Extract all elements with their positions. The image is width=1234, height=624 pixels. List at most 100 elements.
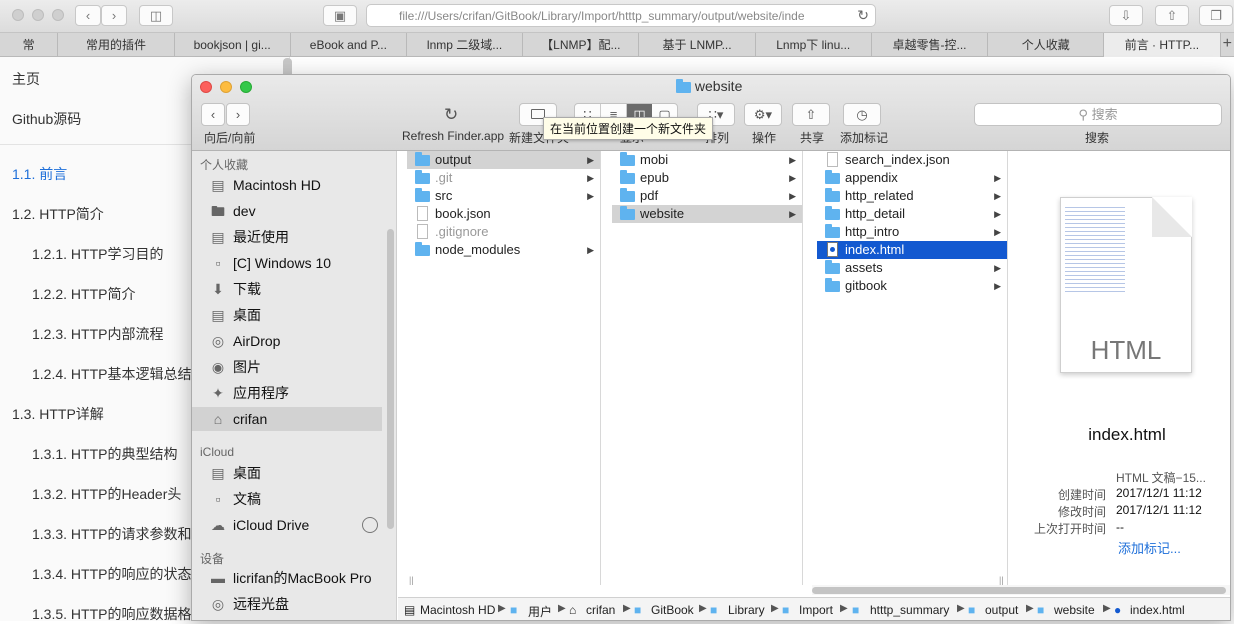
file-row[interactable]: pdf ▶ [612,187,802,205]
nav-item-section[interactable]: 1.2.3. HTTP内部流程 [32,324,163,344]
column-resize-handle[interactable]: || [409,575,415,585]
column-resize-handle[interactable]: || [999,575,1005,585]
path-segment[interactable]: index.html [1130,603,1185,617]
nav-item-home[interactable]: 主页 [12,69,40,89]
sidebar-item-airdrop[interactable]: ◎ AirDrop [192,329,382,353]
zoom-window-button[interactable] [52,9,64,21]
file-row[interactable]: book.json [407,205,600,223]
nav-item-section[interactable]: 1.3.4. HTTP的响应的状态 [32,564,191,584]
forward-icon[interactable]: › [101,5,127,26]
reader-icon[interactable]: ▣ [323,5,357,26]
action-button[interactable]: ⚙▾ [744,103,782,126]
minimize-button[interactable] [220,81,232,93]
browser-tab-active[interactable]: 前言 · HTTP... [1104,33,1221,57]
path-segment[interactable]: GitBook [651,603,694,617]
path-segment[interactable]: website [1054,603,1095,617]
browser-tab[interactable]: 常用的插件 [58,33,175,57]
sidebar-item-icloud-drive[interactable]: ☁ iCloud Drive [192,513,382,537]
file-row[interactable]: website ▶ [612,205,802,223]
nav-item-section[interactable]: 1.2.4. HTTP基本逻辑总结 [32,364,191,384]
path-segment[interactable]: 用户 [528,603,552,620]
path-segment[interactable]: Macintosh HD [420,603,495,617]
browser-tab[interactable]: eBook and P... [291,33,407,57]
file-row[interactable]: http_intro ▶ [817,223,1007,241]
sidebar-item-recents[interactable]: ▤ 最近使用 [192,225,382,249]
sidebar-item-dev[interactable]: 🖿 dev [192,199,382,223]
file-row[interactable]: http_related ▶ [817,187,1007,205]
add-tag-button[interactable]: ◷ [843,103,881,126]
nav-item-section[interactable]: 1.2.1. HTTP学习目的 [32,244,163,264]
file-row[interactable]: assets ▶ [817,259,1007,277]
sidebar-item-icloud-documents[interactable]: ▫ 文稿 [192,487,382,511]
sidebar-item-label: 文稿 [233,491,261,507]
sidebar-item-macbook[interactable]: ▬ licrifan的MacBook Pro [192,566,382,590]
sidebar-scrollbar[interactable] [387,229,394,529]
nav-item-section[interactable]: 1.3.2. HTTP的Header头 [32,484,181,504]
sidebar-icon[interactable]: ◫ [139,5,173,26]
nav-item-section[interactable]: 1.3.1. HTTP的典型结构 [32,444,177,464]
path-segment[interactable]: output [985,603,1018,617]
minimize-window-button[interactable] [32,9,44,21]
add-tags-link[interactable]: 添加标记... [1118,538,1181,557]
sidebar-item-applications[interactable]: ✦ 应用程序 [192,381,382,405]
zoom-button[interactable] [240,81,252,93]
sidebar-item-pictures[interactable]: ◉ 图片 [192,355,382,379]
file-row[interactable]: http_detail ▶ [817,205,1007,223]
file-row[interactable]: src ▶ [407,187,600,205]
download-icon[interactable]: ⇩ [1109,5,1143,26]
browser-tab[interactable]: 基于 LNMP... [639,33,756,57]
close-button[interactable] [200,81,212,93]
path-segment[interactable]: htttp_summary [870,603,949,617]
browser-tab[interactable]: lnmp 二级域... [407,33,524,57]
browser-tab[interactable]: 个人收藏 [988,33,1105,57]
file-row[interactable]: mobi ▶ [612,151,802,169]
sidebar-item-home[interactable]: ⌂ crifan [192,407,382,431]
path-segment[interactable]: Library [728,603,765,617]
file-row[interactable]: output ▶ [407,151,600,169]
reload-icon[interactable]: ↻ [857,7,869,24]
nav-item-section[interactable]: 1.2.2. HTTP简介 [32,284,135,304]
nav-item-chapter[interactable]: 1.1. 前言 [12,164,67,184]
search-field[interactable]: ⚲ 搜索 [974,103,1222,126]
file-row[interactable]: appendix ▶ [817,169,1007,187]
file-row-selected[interactable]: index.html [817,241,1007,259]
preview-filename: index.html [1088,425,1166,444]
sidebar-item-desktop[interactable]: ▤ 桌面 [192,303,382,327]
sidebar-item-remote-disc[interactable]: ◎ 远程光盘 [192,592,382,616]
file-row[interactable]: node_modules ▶ [407,241,600,259]
sidebar-item-macintosh-hd[interactable]: ▤ Macintosh HD [192,173,382,197]
nav-item-section[interactable]: 1.3.5. HTTP的响应数据格 [32,604,191,624]
new-tab-icon[interactable]: + [1221,33,1234,56]
file-row[interactable]: epub ▶ [612,169,802,187]
address-bar[interactable]: file:///Users/crifan/GitBook/Library/Imp… [366,4,876,27]
path-separator-icon: ▶ [840,603,848,614]
file-row[interactable]: search_index.json [817,151,1007,169]
nav-item-chapter[interactable]: 1.2. HTTP简介 [12,204,104,224]
nav-item-chapter[interactable]: 1.3. HTTP详解 [12,404,104,424]
share-button[interactable]: ⇧ [792,103,830,126]
browser-tab[interactable]: 【LNMP】配... [523,33,640,57]
nav-item-section[interactable]: 1.3.3. HTTP的请求参数和 [32,524,191,544]
file-row[interactable]: gitbook ▶ [817,277,1007,295]
refresh-icon[interactable]: ↻ [444,105,458,125]
file-row[interactable]: .gitignore [407,223,600,241]
back-button[interactable]: ‹ [201,103,225,126]
path-segment[interactable]: crifan [586,603,615,617]
path-bar: ▤ Macintosh HD ▶ ■ 用户 ▶ ⌂ crifan ▶ ■ Git… [398,597,1230,620]
browser-tab[interactable]: Lnmp下 linu... [756,33,872,57]
browser-tab[interactable]: bookjson | gi... [175,33,291,57]
share-icon[interactable]: ⇧ [1155,5,1189,26]
path-segment[interactable]: Import [799,603,833,617]
tabs-icon[interactable]: ❐ [1199,5,1233,26]
close-window-button[interactable] [12,9,24,21]
browser-tab[interactable]: 卓越零售-控... [872,33,989,57]
browser-tab[interactable]: 常 [0,33,59,57]
horizontal-scrollbar[interactable] [812,587,1226,594]
sidebar-item-icloud-desktop[interactable]: ▤ 桌面 [192,461,382,485]
sidebar-item-windows[interactable]: ▫ [C] Windows 10 [192,251,382,275]
file-row[interactable]: .git ▶ [407,169,600,187]
nav-item-github[interactable]: Github源码 [12,109,81,129]
sidebar-item-downloads[interactable]: ⬇ 下载 [192,277,382,301]
back-icon[interactable]: ‹ [75,5,101,26]
forward-button[interactable]: › [226,103,250,126]
